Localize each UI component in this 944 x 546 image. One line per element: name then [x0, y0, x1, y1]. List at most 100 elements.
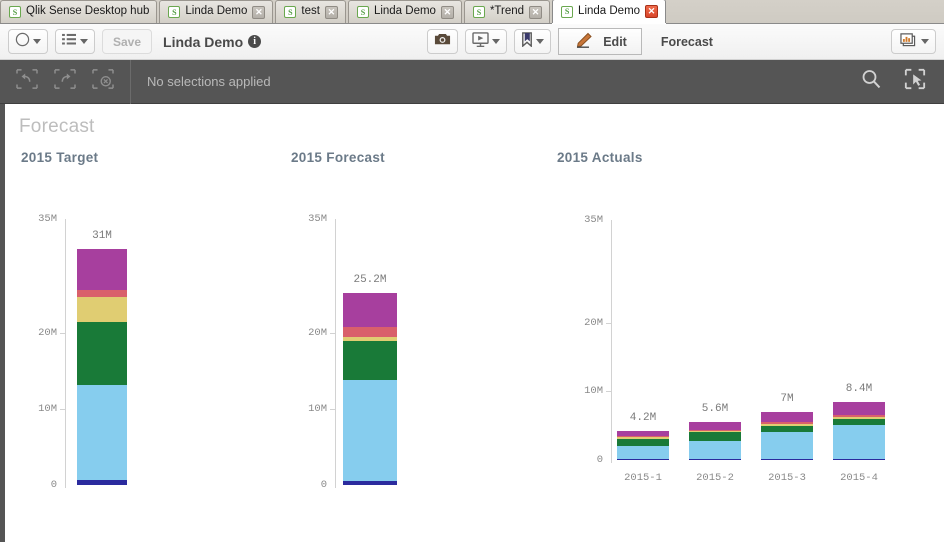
bar-segment-segment-darkblue[interactable]	[833, 458, 885, 460]
tab-2[interactable]: Stest ✕	[275, 0, 346, 23]
y-axis-line	[65, 219, 66, 488]
bar-segment-segment-lightblue[interactable]	[833, 425, 885, 459]
tab-close-icon[interactable]: ✕	[324, 5, 338, 19]
y-axis-tick-mark	[330, 333, 335, 334]
bar-segment-segment-green[interactable]	[617, 438, 669, 447]
search-icon[interactable]	[860, 68, 882, 95]
selection-tool-icon[interactable]	[904, 68, 926, 95]
bar-segment-segment-lightblue[interactable]	[761, 432, 813, 459]
bar-segment-segment-purple[interactable]	[343, 293, 397, 327]
snapshot-button[interactable]	[427, 29, 459, 54]
bar-segment-segment-salmon[interactable]	[617, 436, 669, 438]
bar-segment-segment-green[interactable]	[77, 322, 127, 385]
camera-icon	[434, 32, 451, 51]
qlik-logo-icon: S	[561, 5, 574, 18]
tab-close-icon[interactable]: ✕	[529, 5, 543, 19]
bar-segment-segment-purple[interactable]	[617, 431, 669, 436]
y-axis-line	[335, 219, 336, 488]
info-icon[interactable]: i	[248, 35, 262, 48]
bar-segment-segment-darkblue[interactable]	[343, 481, 397, 485]
y-axis-tick-mark	[60, 409, 65, 410]
bar-segment-segment-salmon[interactable]	[833, 414, 885, 418]
selection-bar-tools	[842, 68, 944, 95]
bar-segment-segment-khaki[interactable]	[761, 424, 813, 426]
bar-segment-segment-purple[interactable]	[833, 402, 885, 415]
chevron-down-icon	[492, 39, 501, 44]
bar-segment-segment-lightblue[interactable]	[77, 384, 127, 481]
y-axis-line	[611, 219, 612, 463]
stacked-bar[interactable]	[343, 293, 397, 485]
stacked-bar[interactable]	[617, 431, 669, 460]
bar-segment-segment-lightblue[interactable]	[617, 446, 669, 460]
bar-segment-segment-khaki[interactable]	[77, 297, 127, 323]
tab-close-icon[interactable]: ✕	[252, 5, 266, 19]
step-back-icon[interactable]	[16, 69, 38, 94]
stacked-bar[interactable]	[761, 411, 813, 460]
step-forward-icon[interactable]	[54, 69, 76, 94]
bar-value-label: 8.4M	[845, 383, 873, 396]
chart-2[interactable]: 2015 Actuals 0 10M 20M 35M 4.2M 2015-1 5.6M 2015…	[553, 138, 885, 495]
qlik-logo-icon: S	[284, 6, 297, 18]
y-axis-tick-label: 20M	[584, 316, 603, 329]
selection-history-controls	[0, 69, 130, 94]
save-button[interactable]: Save	[102, 29, 153, 54]
chevron-down-icon	[921, 39, 929, 44]
y-axis-tick-mark	[606, 322, 611, 324]
y-axis-tick-label: 35M	[584, 213, 603, 226]
bar-segment-segment-darkblue[interactable]	[689, 458, 741, 460]
bar-segment-segment-green[interactable]	[833, 418, 885, 425]
stacked-bar[interactable]	[77, 249, 127, 485]
bookmark-button[interactable]	[514, 29, 552, 54]
tab-label: Qlik Sense Desktop hub	[26, 5, 150, 18]
bar-segment-segment-salmon[interactable]	[343, 326, 397, 337]
chevron-down-icon	[33, 39, 41, 44]
bar-segment-segment-khaki[interactable]	[689, 431, 741, 433]
tab-3[interactable]: S Linda Demo ✕	[347, 0, 462, 23]
chart-title: 2015 Actuals	[557, 150, 643, 165]
bar-segment-segment-purple[interactable]	[689, 421, 741, 430]
stacked-bar[interactable]	[689, 421, 741, 460]
tab-label: Linda Demo	[578, 4, 641, 17]
y-axis-tick-label: 20M	[38, 327, 57, 339]
bar-segment-segment-salmon[interactable]	[77, 290, 127, 298]
browser-tab-bar: S Qlik Sense Desktop hub S Linda Demo ✕ Stest…	[0, 0, 944, 24]
sheet-list-button[interactable]	[55, 29, 95, 54]
clear-selections-icon[interactable]	[92, 69, 114, 94]
tab-label: *Trend	[489, 5, 525, 18]
bar-segment-segment-green[interactable]	[343, 340, 397, 381]
y-axis-tick-mark	[606, 391, 611, 393]
y-axis-tick-label: 35M	[38, 213, 57, 225]
bar-segment-segment-lightblue[interactable]	[343, 380, 397, 482]
bar-segment-segment-khaki[interactable]	[833, 417, 885, 419]
bar-segment-segment-green[interactable]	[689, 432, 741, 442]
tab-label: Linda Demo	[185, 5, 248, 18]
bar-segment-segment-khaki[interactable]	[617, 437, 669, 439]
bar-value-label: 4.2M	[629, 412, 657, 425]
bar-segment-segment-salmon[interactable]	[761, 422, 813, 425]
bar-segment-segment-salmon[interactable]	[689, 429, 741, 432]
bar-segment-segment-purple[interactable]	[77, 249, 127, 291]
bar-segment-segment-darkblue[interactable]	[761, 458, 813, 460]
tab-1[interactable]: S Linda Demo ✕	[159, 0, 274, 23]
bar-segment-segment-lightblue[interactable]	[689, 441, 741, 459]
pencil-icon	[573, 32, 593, 51]
navigation-menu-button[interactable]	[8, 29, 48, 54]
tab-0[interactable]: S Qlik Sense Desktop hub	[0, 0, 158, 23]
bar-segment-segment-khaki[interactable]	[343, 336, 397, 341]
tab-close-icon[interactable]: ✕	[440, 5, 454, 19]
x-axis-label: 2015-3	[768, 472, 806, 484]
tab-4[interactable]: S *Trend ✕	[463, 0, 551, 23]
stacked-bar[interactable]	[833, 402, 885, 460]
bar-value-label: 5.6M	[701, 402, 729, 415]
bar-segment-segment-purple[interactable]	[761, 411, 813, 423]
sheets-selector-button[interactable]	[891, 29, 936, 54]
bar-segment-segment-green[interactable]	[761, 425, 813, 432]
storytelling-button[interactable]	[465, 29, 508, 54]
edit-button[interactable]: Edit	[558, 28, 642, 55]
x-axis-label: 2015-4	[840, 472, 878, 484]
y-axis-tick-label: 35M	[308, 213, 327, 225]
tab-5[interactable]: S Linda Demo ✕	[552, 0, 667, 23]
tab-close-icon[interactable]: ✕	[645, 5, 659, 18]
chevron-down-icon	[536, 39, 545, 44]
bar-segment-segment-darkblue[interactable]	[77, 480, 127, 485]
